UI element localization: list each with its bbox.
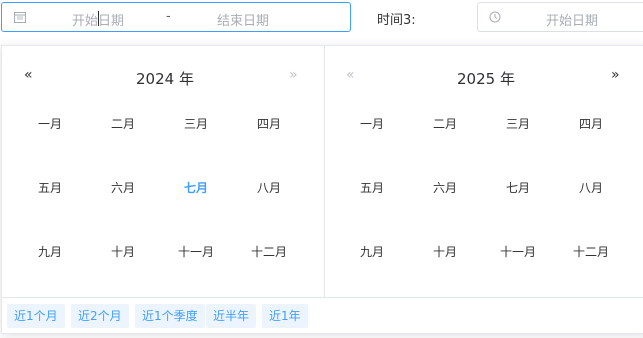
calendar-icon <box>14 12 26 23</box>
range-separator: - <box>166 9 171 24</box>
right-month-cell[interactable]: 十一月 <box>488 243 548 260</box>
time-label: 时间3: <box>377 13 416 28</box>
right-month-cell[interactable]: 二月 <box>415 115 475 132</box>
shortcut-2-months[interactable]: 近2个月 <box>71 304 129 328</box>
text-caret <box>98 11 99 26</box>
shortcut-half-year[interactable]: 近半年 <box>206 304 257 328</box>
right-month-cell[interactable]: 一月 <box>342 115 402 132</box>
right-month-cell[interactable]: 七月 <box>488 179 548 196</box>
left-month-cell[interactable]: 十二月 <box>239 243 299 260</box>
left-month-cell[interactable]: 八月 <box>239 179 299 196</box>
shortcut-1-year[interactable]: 近1年 <box>262 304 308 328</box>
right-month-cell[interactable]: 十月 <box>415 243 475 260</box>
right-month-grid: 一月 二月 三月 四月五月 六月 七月 八月九月 十月 十一月 十二月 <box>342 46 632 259</box>
shortcut-1-quarter[interactable]: 近1个季度 <box>135 304 205 328</box>
clock-icon <box>489 11 501 23</box>
left-month-cell[interactable]: 三月 <box>166 115 226 132</box>
left-month-cell[interactable]: 二月 <box>93 115 153 132</box>
left-month-cell[interactable]: 七月 <box>166 179 226 196</box>
right-month-cell[interactable]: 三月 <box>488 115 548 132</box>
left-month-cell[interactable]: 十一月 <box>166 243 226 260</box>
right-month-cell[interactable]: 九月 <box>342 243 402 260</box>
right-month-cell[interactable]: 八月 <box>561 179 621 196</box>
left-month-cell[interactable]: 九月 <box>20 243 80 260</box>
end-date-input[interactable]: 结束日期 <box>217 10 269 29</box>
left-month-grid: 一月 二月 三月 四月五月 六月 七月 八月九月 十月 十一月 十二月 <box>20 46 310 259</box>
panel-divider <box>324 46 325 297</box>
footer-divider <box>2 297 643 298</box>
left-month-cell[interactable]: 一月 <box>20 115 80 132</box>
left-month-cell[interactable]: 四月 <box>239 115 299 132</box>
right-month-cell[interactable]: 六月 <box>415 179 475 196</box>
shortcut-1-month[interactable]: 近1个月 <box>7 304 65 328</box>
date-range-input[interactable]: 开始日期 - 结束日期 <box>1 2 351 32</box>
left-month-cell[interactable]: 六月 <box>93 179 153 196</box>
left-month-cell[interactable]: 十月 <box>93 243 153 260</box>
left-month-cell[interactable]: 五月 <box>20 179 80 196</box>
second-start-date-input[interactable]: 开始日期 <box>546 10 598 29</box>
right-month-cell[interactable]: 五月 <box>342 179 402 196</box>
month-range-picker-panel: « 2024 年 » « 2025 年 » 一月 二月 三月 四月 五月 六月 七月 八月 九月… <box>1 45 643 334</box>
right-month-cell[interactable]: 十二月 <box>561 243 621 260</box>
second-date-input[interactable]: 开始日期 <box>477 2 643 32</box>
right-month-cell[interactable]: 四月 <box>561 115 621 132</box>
